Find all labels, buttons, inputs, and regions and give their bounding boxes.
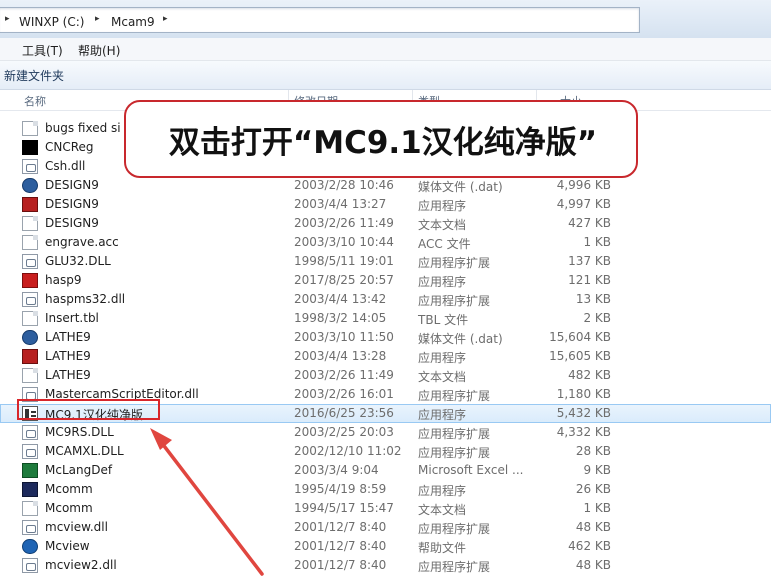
pointer-arrow-icon (150, 428, 264, 576)
